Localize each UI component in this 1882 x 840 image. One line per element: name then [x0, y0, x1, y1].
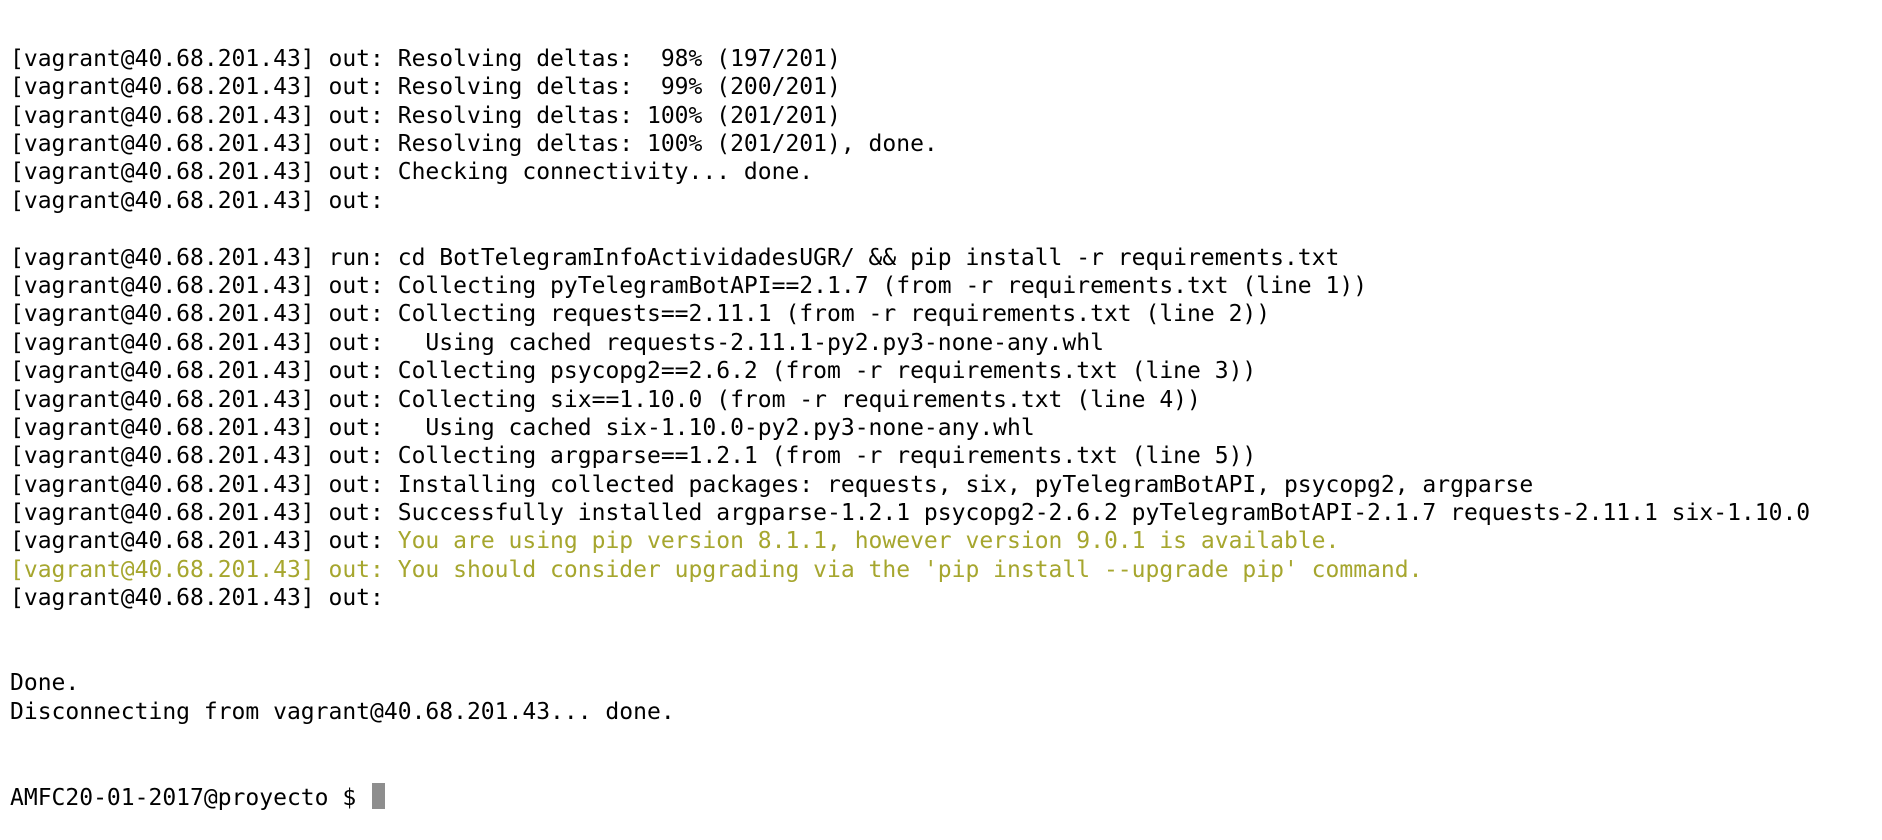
line-prefix: [vagrant@40.68.201.43] out: [10, 159, 398, 186]
line-prefix: [vagrant@40.68.201.43] out: [10, 45, 398, 72]
terminal-line: [vagrant@40.68.201.43] out: Checking con… [10, 158, 1872, 186]
line-text: You are using pip version 8.1.1, however… [397, 528, 1340, 555]
line-prefix: [vagrant@40.68.201.43] out: [10, 556, 398, 583]
line-text: cd BotTelegramInfoActividadesUGR/ && pip… [397, 244, 1340, 271]
line-prefix: [vagrant@40.68.201.43] out: [10, 130, 398, 157]
line-text: Collecting pyTelegramBotAPI==2.1.7 (from… [397, 272, 1368, 299]
line-text: Checking connectivity... done. [397, 159, 814, 186]
terminal-line: [vagrant@40.68.201.43] out: Resolving de… [10, 45, 1872, 73]
terminal-line: [vagrant@40.68.201.43] out: Using cached… [10, 414, 1872, 442]
terminal-line: [vagrant@40.68.201.43] out: Resolving de… [10, 102, 1872, 130]
terminal-line: Done. [10, 669, 1872, 697]
terminal-cursor [372, 783, 386, 809]
terminal-line: [vagrant@40.68.201.43] out: Collecting a… [10, 442, 1872, 470]
line-prefix: [vagrant@40.68.201.43] out: [10, 585, 384, 612]
line-text: Resolving deltas: 99% (200/201) [397, 74, 841, 101]
terminal-line: [vagrant@40.68.201.43] out: Collecting p… [10, 357, 1872, 385]
terminal-lines: [vagrant@40.68.201.43] out: Resolving de… [10, 45, 1872, 726]
terminal-line: [vagrant@40.68.201.43] out: Successfully… [10, 499, 1872, 527]
line-prefix: [vagrant@40.68.201.43] out: [10, 329, 398, 356]
line-text: Done. [10, 670, 80, 697]
line-text: Using cached six-1.10.0-py2.py3-none-any… [397, 414, 1035, 441]
line-prefix: [vagrant@40.68.201.43] out: [10, 102, 398, 129]
terminal-line: [vagrant@40.68.201.43] out: Resolving de… [10, 73, 1872, 101]
line-text: Collecting requests==2.11.1 (from -r req… [397, 301, 1271, 328]
line-prefix: [vagrant@40.68.201.43] out: [10, 301, 398, 328]
line-text: Resolving deltas: 100% (201/201), done. [397, 130, 938, 157]
terminal-line: [vagrant@40.68.201.43] out: You should c… [10, 556, 1872, 584]
line-text: You should consider upgrading via the 'p… [397, 556, 1423, 583]
line-text: Collecting argparse==1.2.1 (from -r requ… [397, 443, 1257, 470]
line-prefix: [vagrant@40.68.201.43] out: [10, 414, 398, 441]
line-prefix: [vagrant@40.68.201.43] out: [10, 386, 398, 413]
line-text: Collecting psycopg2==2.6.2 (from -r requ… [397, 358, 1257, 385]
line-text: Successfully installed argparse-1.2.1 ps… [397, 500, 1811, 527]
line-prefix: [vagrant@40.68.201.43] run: [10, 244, 398, 271]
line-prefix: [vagrant@40.68.201.43] out: [10, 500, 398, 527]
terminal-line: [vagrant@40.68.201.43] out: Collecting r… [10, 300, 1872, 328]
line-text: Resolving deltas: 100% (201/201) [397, 102, 841, 129]
terminal-line: [vagrant@40.68.201.43] out: [10, 187, 1872, 215]
terminal-line: [vagrant@40.68.201.43] out: Collecting s… [10, 386, 1872, 414]
terminal-line: [vagrant@40.68.201.43] out: Collecting p… [10, 272, 1872, 300]
line-prefix: [vagrant@40.68.201.43] out: [10, 187, 384, 214]
line-text: Disconnecting from vagrant@40.68.201.43.… [10, 698, 675, 725]
line-prefix: [vagrant@40.68.201.43] out: [10, 471, 398, 498]
terminal-line: [vagrant@40.68.201.43] out: You are usin… [10, 527, 1872, 555]
terminal-line: [vagrant@40.68.201.43] out: Resolving de… [10, 130, 1872, 158]
terminal-line: Disconnecting from vagrant@40.68.201.43.… [10, 698, 1872, 726]
line-text: Installing collected packages: requests,… [397, 471, 1534, 498]
line-text: Collecting six==1.10.0 (from -r requirem… [397, 386, 1201, 413]
line-text: Using cached requests-2.11.1-py2.py3-non… [397, 329, 1104, 356]
terminal-line: [vagrant@40.68.201.43] run: cd BotTelegr… [10, 244, 1872, 272]
terminal-line: [vagrant@40.68.201.43] out: [10, 584, 1872, 612]
prompt-line[interactable]: AMFC20-01-2017@proyecto $ [10, 783, 1872, 811]
line-prefix: [vagrant@40.68.201.43] out: [10, 272, 398, 299]
terminal-line: [vagrant@40.68.201.43] out: Installing c… [10, 471, 1872, 499]
shell-prompt: AMFC20-01-2017@proyecto $ [10, 785, 371, 811]
line-text: Resolving deltas: 98% (197/201) [397, 45, 841, 72]
line-prefix: [vagrant@40.68.201.43] out: [10, 528, 398, 555]
line-prefix: [vagrant@40.68.201.43] out: [10, 443, 398, 470]
terminal-output[interactable]: [vagrant@40.68.201.43] out: Resolving de… [10, 0, 1872, 840]
line-prefix: [vagrant@40.68.201.43] out: [10, 74, 398, 101]
line-prefix: [vagrant@40.68.201.43] out: [10, 358, 398, 385]
terminal-line: [vagrant@40.68.201.43] out: Using cached… [10, 329, 1872, 357]
